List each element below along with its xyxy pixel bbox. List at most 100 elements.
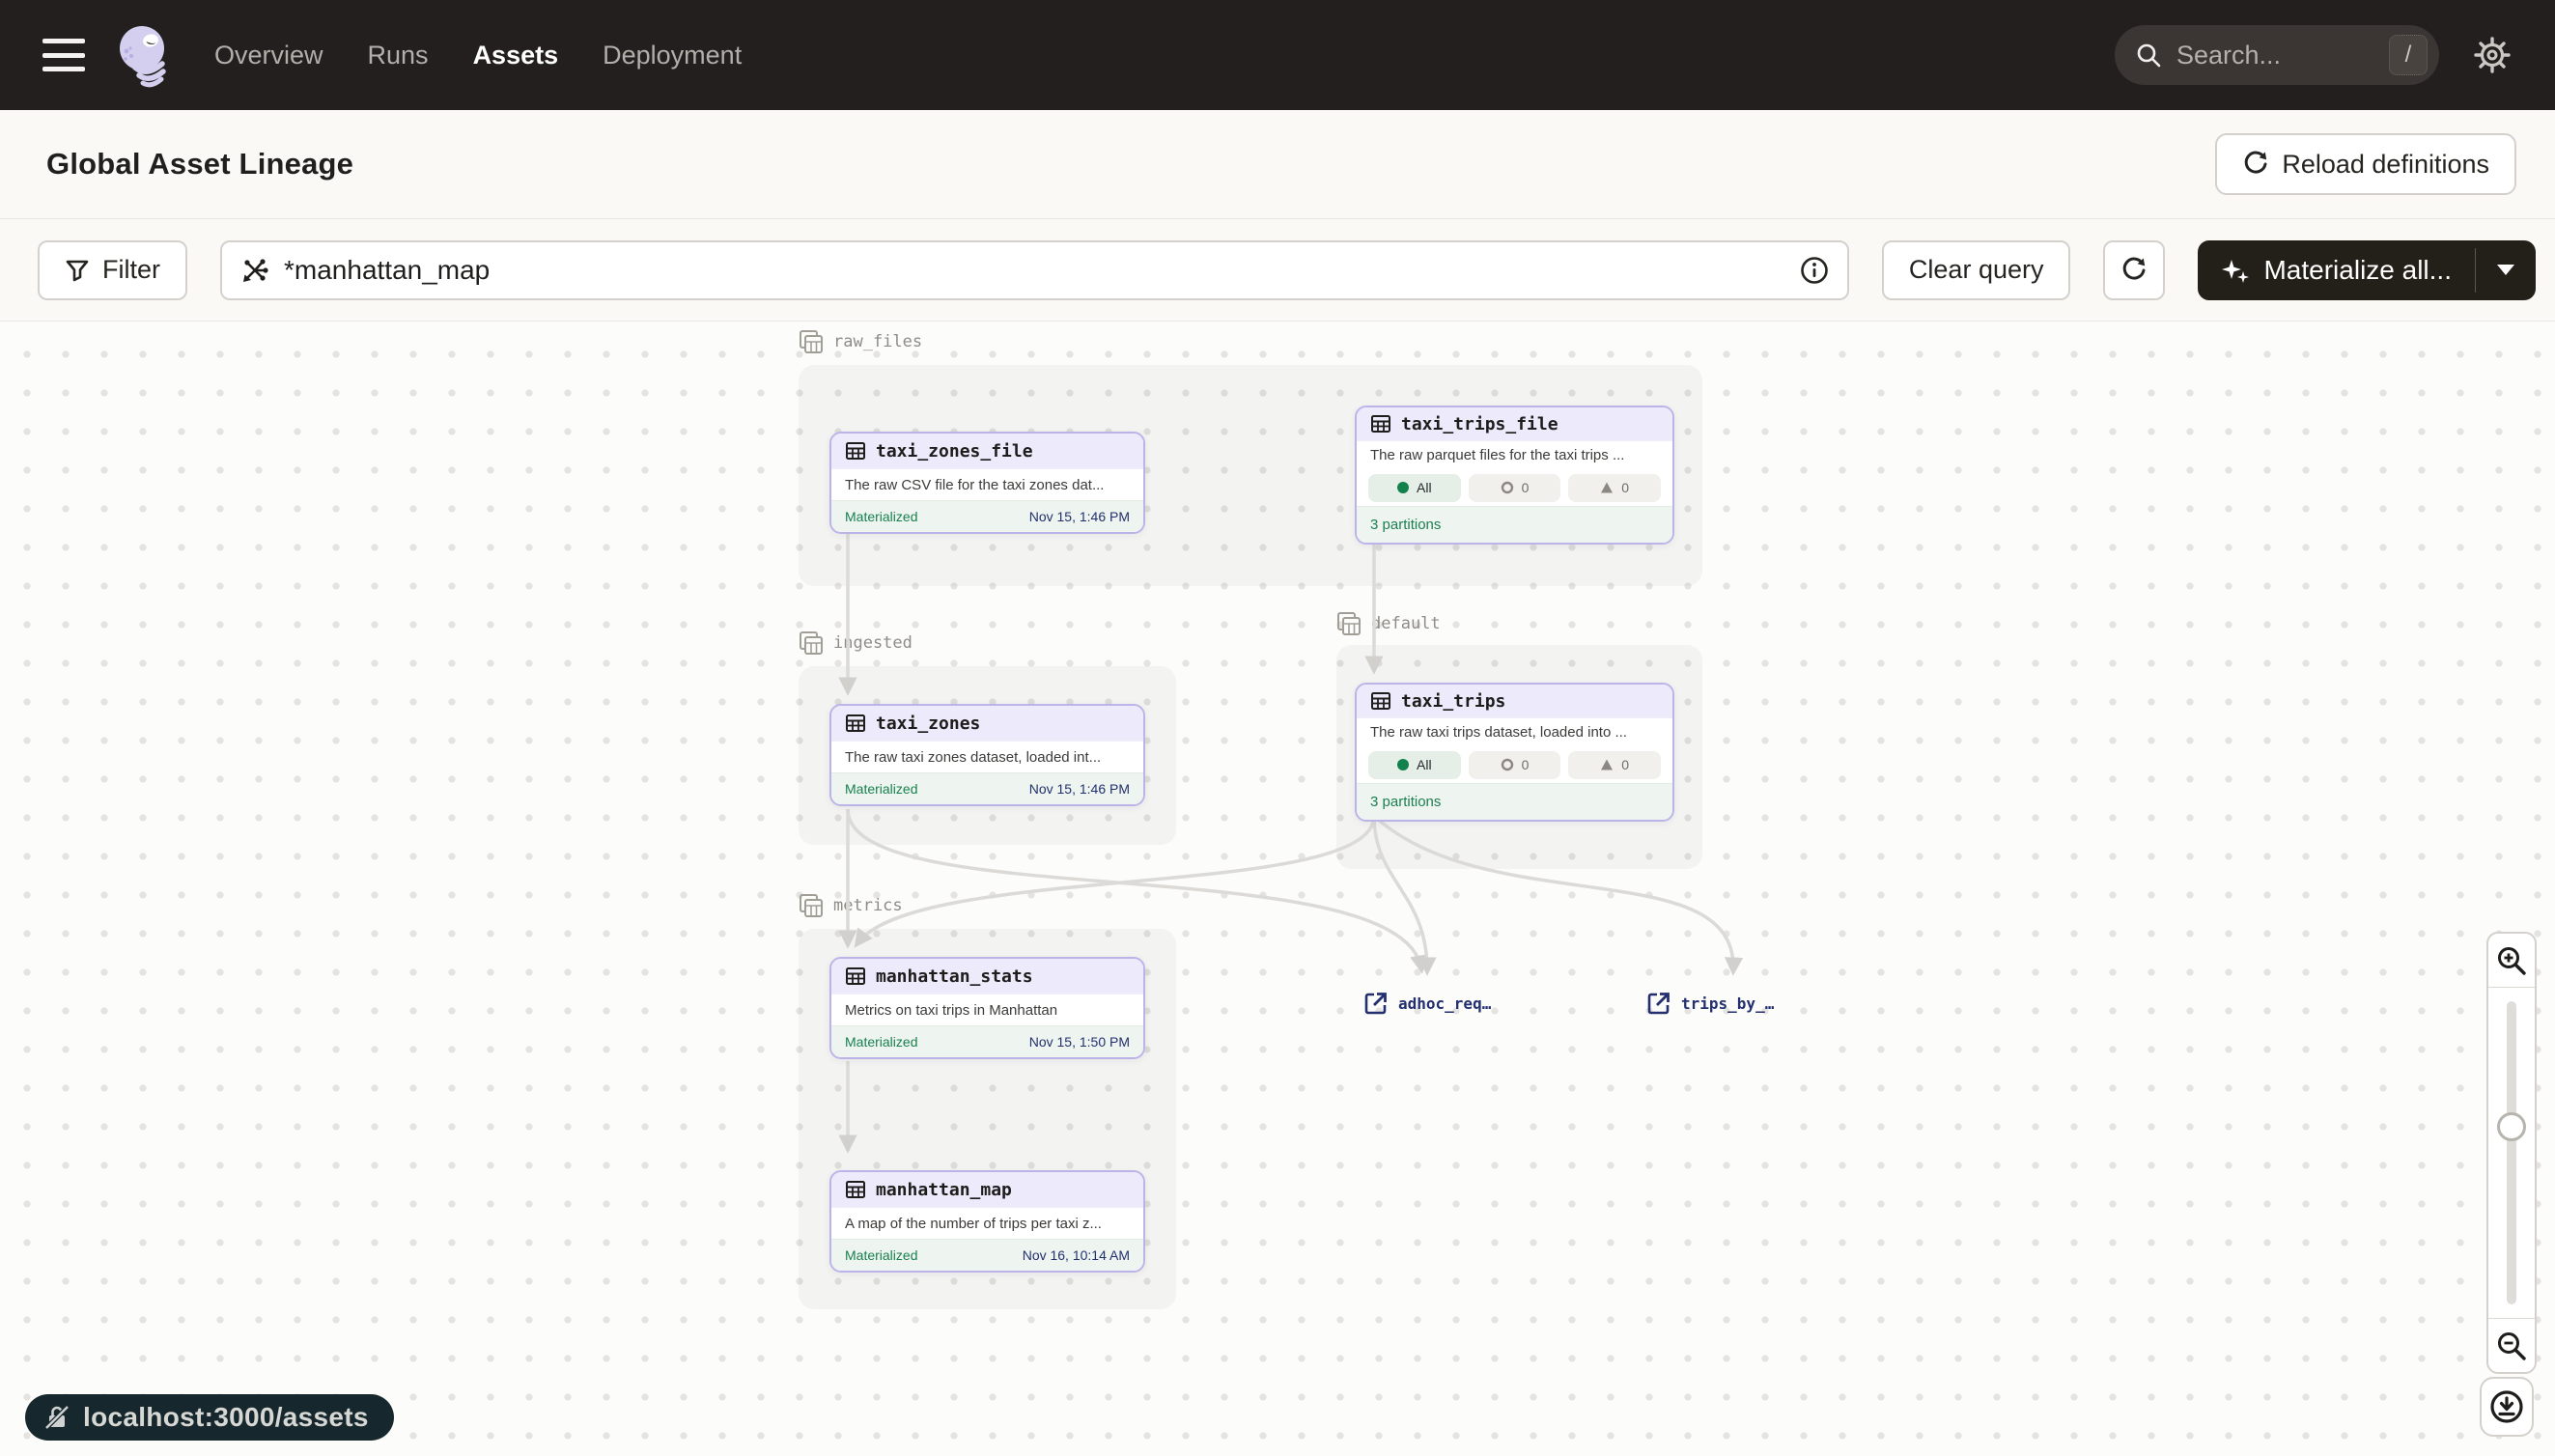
nav-link-deployment[interactable]: Deployment (603, 41, 742, 70)
asset-lineage-canvas[interactable]: raw_files ingested default metrics (0, 322, 2555, 1456)
clear-query-button[interactable]: Clear query (1882, 240, 2071, 300)
status-badge: Materialized (845, 509, 917, 524)
dagster-logo[interactable] (114, 21, 174, 89)
asset-description: A map of the number of trips per taxi z.… (831, 1207, 1143, 1239)
search-icon (2134, 41, 2163, 70)
partition-failed-pill[interactable]: 0 (1568, 474, 1661, 502)
group-label-default[interactable]: default (1336, 611, 1441, 636)
partition-health-pills: All 0 0 (1357, 746, 1672, 783)
group-icon (799, 329, 824, 354)
nav-link-assets[interactable]: Assets (473, 41, 559, 70)
asset-description: The raw parquet files for the taxi trips… (1357, 440, 1672, 469)
partition-all-pill[interactable]: All (1368, 751, 1461, 779)
external-link-icon (1646, 991, 1671, 1016)
external-asset-trips-by[interactable]: trips_by_… (1646, 991, 1774, 1016)
asset-status-footer: Materialized Nov 15, 1:46 PM (831, 772, 1143, 804)
materialize-dropdown-button[interactable] (2476, 240, 2536, 300)
circle-outline-icon (1501, 758, 1514, 771)
asset-status-footer: Materialized Nov 15, 1:46 PM (831, 500, 1143, 532)
partition-missing-pill[interactable]: 0 (1469, 751, 1561, 779)
search-input[interactable] (2176, 41, 2389, 70)
partition-all-pill[interactable]: All (1368, 474, 1461, 502)
asset-query-input[interactable] (284, 255, 1785, 286)
triangle-icon (1600, 758, 1614, 771)
table-icon (845, 713, 866, 734)
group-label-raw-files[interactable]: raw_files (799, 329, 922, 354)
materialization-timestamp: Nov 15, 1:46 PM (1029, 509, 1130, 524)
asset-name: taxi_zones_file (876, 441, 1033, 462)
zoom-out-button[interactable] (2488, 1318, 2535, 1372)
asset-description: Metrics on taxi trips in Manhattan (831, 994, 1143, 1025)
asset-node-taxi-trips-file[interactable]: taxi_trips_file The raw parquet files fo… (1355, 406, 1674, 545)
status-badge: Materialized (845, 781, 917, 797)
chevron-down-icon (2497, 265, 2514, 275)
group-label-metrics[interactable]: metrics (799, 893, 903, 918)
filter-funnel-icon (65, 258, 90, 283)
asset-node-manhattan-map[interactable]: manhattan_map A map of the number of tri… (829, 1170, 1145, 1273)
table-icon (845, 966, 866, 987)
recenter-view-button[interactable] (2480, 1377, 2534, 1437)
sparkle-icon (2221, 256, 2250, 285)
table-icon (1370, 690, 1391, 712)
asset-name: manhattan_map (876, 1180, 1012, 1200)
lineage-toolbar: Filter Clear query (0, 219, 2555, 322)
asset-node-taxi-zones-file[interactable]: taxi_zones_file The raw CSV file for the… (829, 432, 1145, 534)
asset-description: The raw CSV file for the taxi zones dat.… (831, 468, 1143, 500)
nav-link-runs[interactable]: Runs (368, 41, 429, 70)
table-icon (845, 1179, 866, 1200)
search-shortcut-key: / (2389, 35, 2428, 75)
materialize-all-split-button: Materialize all... (2198, 240, 2536, 300)
zoom-slider-track[interactable] (2507, 1001, 2516, 1304)
top-navbar: Overview Runs Assets Deployment / (0, 0, 2555, 110)
asset-node-taxi-zones[interactable]: taxi_zones The raw taxi zones dataset, l… (829, 704, 1145, 806)
page-header: Global Asset Lineage Reload definitions (0, 110, 2555, 219)
nav-link-overview[interactable]: Overview (214, 41, 323, 70)
group-icon (799, 630, 824, 656)
external-link-icon (1363, 991, 1389, 1016)
zoom-in-icon (2495, 944, 2528, 977)
asset-description: The raw taxi zones dataset, loaded int..… (831, 741, 1143, 772)
materialized-dot-icon (1397, 759, 1409, 770)
zoom-slider-handle[interactable] (2497, 1112, 2526, 1141)
group-icon (799, 893, 824, 918)
hamburger-menu-icon[interactable] (42, 39, 85, 71)
reload-definitions-button[interactable]: Reload definitions (2215, 133, 2516, 195)
materialized-dot-icon (1397, 482, 1409, 493)
asset-node-manhattan-stats[interactable]: manhattan_stats Metrics on taxi trips in… (829, 957, 1145, 1059)
materialize-all-button[interactable]: Materialize all... (2198, 240, 2475, 300)
asset-name: taxi_trips (1401, 691, 1505, 712)
table-icon (845, 440, 866, 462)
refresh-button[interactable] (2103, 240, 2165, 300)
graph-query-icon (239, 255, 270, 286)
external-asset-adhoc-request[interactable]: adhoc_req… (1363, 991, 1491, 1016)
materialization-timestamp: Nov 15, 1:50 PM (1029, 1034, 1130, 1050)
triangle-icon (1600, 481, 1614, 494)
settings-gear-icon[interactable] (2472, 35, 2513, 75)
refresh-icon (2120, 257, 2148, 284)
group-label-ingested[interactable]: ingested (799, 630, 912, 656)
asset-query-field[interactable] (220, 240, 1849, 300)
asset-status-footer: Materialized Nov 16, 10:14 AM (831, 1239, 1143, 1271)
browser-url-badge: localhost:3000/assets (25, 1394, 394, 1441)
primary-nav: Overview Runs Assets Deployment (214, 41, 742, 70)
global-search[interactable]: / (2115, 25, 2439, 85)
zoom-out-icon (2495, 1330, 2528, 1362)
table-icon (1370, 413, 1391, 434)
status-badge: Materialized (845, 1247, 917, 1263)
asset-node-taxi-trips[interactable]: taxi_trips The raw taxi trips dataset, l… (1355, 683, 1674, 822)
zoom-in-button[interactable] (2488, 934, 2535, 988)
status-badge: Materialized (845, 1034, 917, 1050)
circle-outline-icon (1501, 481, 1514, 494)
partitions-count: 3 partitions (1357, 506, 1672, 543)
partition-missing-pill[interactable]: 0 (1469, 474, 1561, 502)
query-info-icon[interactable] (1799, 255, 1830, 286)
asset-name: taxi_trips_file (1401, 414, 1558, 434)
partitions-count: 3 partitions (1357, 783, 1672, 820)
asset-description: The raw taxi trips dataset, loaded into … (1357, 717, 1672, 746)
download-circle-icon (2488, 1388, 2525, 1425)
filter-button[interactable]: Filter (38, 240, 187, 300)
zoom-slider[interactable] (2488, 988, 2535, 1318)
partition-failed-pill[interactable]: 0 (1568, 751, 1661, 779)
lock-slash-icon (42, 1403, 71, 1432)
asset-name: manhattan_stats (876, 966, 1033, 987)
